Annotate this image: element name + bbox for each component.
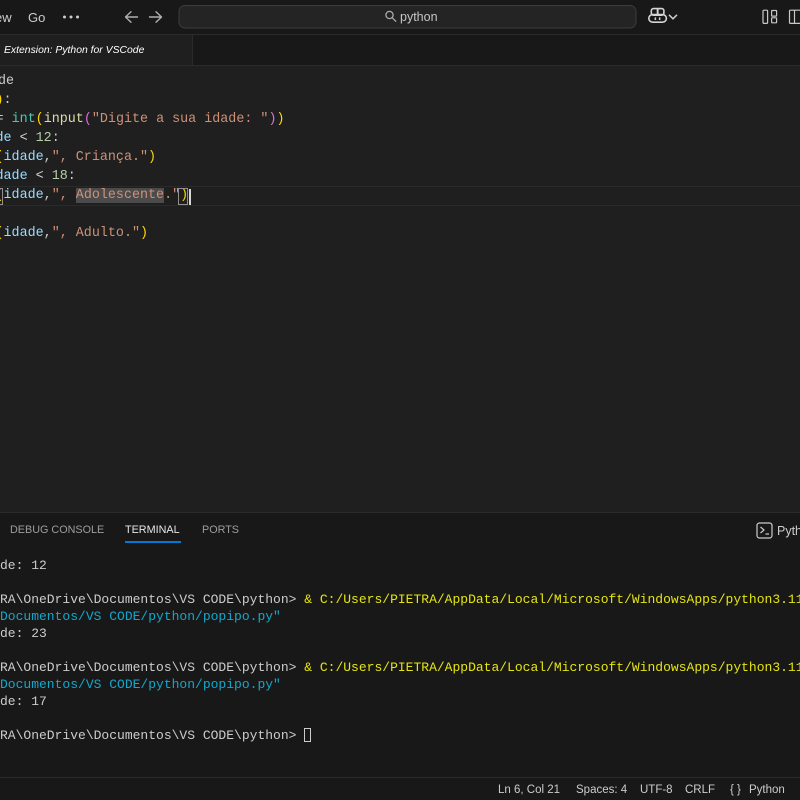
svg-text:Python: Python xyxy=(777,524,800,538)
svg-text:python: python xyxy=(400,10,438,24)
